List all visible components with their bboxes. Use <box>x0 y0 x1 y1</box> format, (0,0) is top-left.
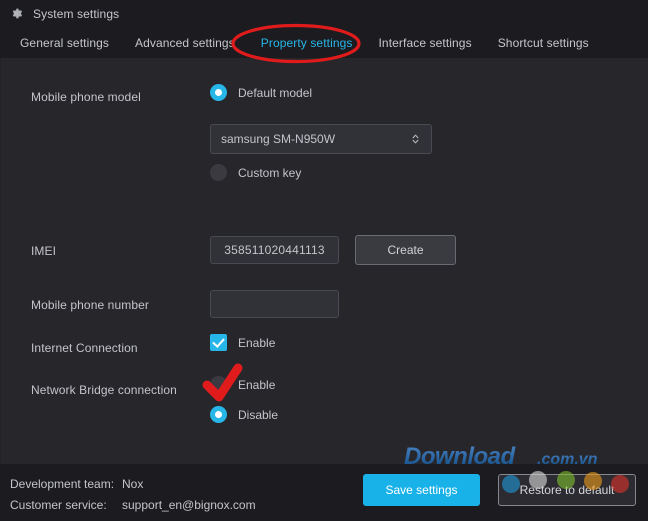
radio-custom-key[interactable] <box>210 164 227 181</box>
radio-row-network-bridge-enable[interactable]: Enable <box>210 376 275 393</box>
tab-general-settings[interactable]: General settings <box>20 36 109 50</box>
tab-property-settings[interactable]: Property settings <box>261 36 353 50</box>
development-team-row: Development team: Nox <box>10 477 143 491</box>
create-imei-button[interactable]: Create <box>355 235 456 265</box>
label-mobile-phone-number: Mobile phone number <box>31 298 149 312</box>
customer-service-row: Customer service: support_en@bignox.com <box>10 498 256 512</box>
radio-network-bridge-enable-label[interactable]: Enable <box>238 378 275 392</box>
gear-icon <box>12 8 23 19</box>
radio-row-default-model[interactable]: Default model <box>210 84 312 101</box>
label-internet-connection: Internet Connection <box>31 341 138 355</box>
window-title: System settings <box>33 6 120 21</box>
label-network-bridge-connection: Network Bridge connection <box>31 383 177 397</box>
label-imei: IMEI <box>31 244 57 258</box>
customer-service-value: support_en@bignox.com <box>122 498 256 512</box>
radio-network-bridge-enable[interactable] <box>210 376 227 393</box>
label-mobile-phone-model: Mobile phone model <box>31 90 141 104</box>
checkbox-internet-connection-label[interactable]: Enable <box>238 336 275 350</box>
tab-shortcut-settings[interactable]: Shortcut settings <box>498 36 589 50</box>
tab-advanced-settings[interactable]: Advanced settings <box>135 36 235 50</box>
development-team-label: Development team: <box>10 477 115 491</box>
radio-network-bridge-disable[interactable] <box>210 406 227 423</box>
tab-bar: General settings Advanced settings Prope… <box>0 27 648 58</box>
system-settings-window: System settings General settings Advance… <box>0 0 648 521</box>
phone-model-select[interactable]: samsung SM-N950W <box>210 124 432 154</box>
development-team-value: Nox <box>122 477 144 491</box>
radio-default-model-label[interactable]: Default model <box>238 86 312 100</box>
title-bar: System settings <box>0 0 648 27</box>
tab-interface-settings[interactable]: Interface settings <box>379 36 472 50</box>
customer-service-label: Customer service: <box>10 498 107 512</box>
radio-custom-key-label[interactable]: Custom key <box>238 166 301 180</box>
imei-input-value: 358511020441113 <box>224 243 325 257</box>
radio-row-custom-key[interactable]: Custom key <box>210 164 301 181</box>
radio-row-network-bridge-disable[interactable]: Disable <box>210 406 278 423</box>
property-settings-panel: Mobile phone model Default model samsung… <box>0 58 648 464</box>
chevron-updown-icon <box>412 134 419 144</box>
imei-input[interactable]: 358511020441113 <box>210 236 339 264</box>
save-settings-button[interactable]: Save settings <box>363 474 480 506</box>
checkbox-internet-connection-enable[interactable] <box>210 334 227 351</box>
restore-to-default-button[interactable]: Restore to default <box>498 474 636 506</box>
phone-model-select-value: samsung SM-N950W <box>221 132 336 146</box>
checkbox-row-internet-connection[interactable]: Enable <box>210 334 275 351</box>
radio-network-bridge-disable-label[interactable]: Disable <box>238 408 278 422</box>
phone-number-input[interactable] <box>210 290 339 318</box>
radio-default-model[interactable] <box>210 84 227 101</box>
